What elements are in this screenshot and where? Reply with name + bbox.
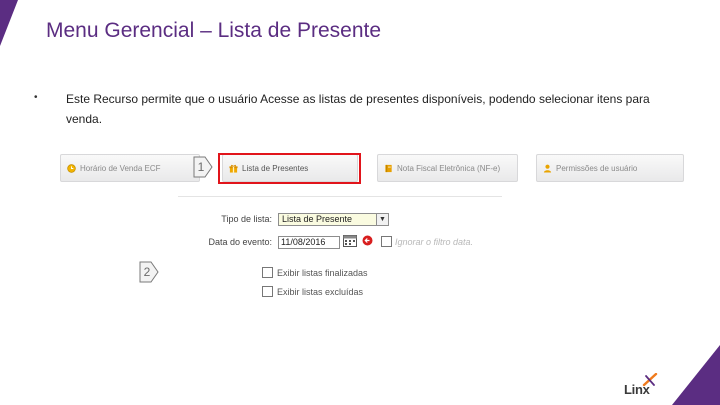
menu-item-label: Nota Fiscal Eletrônica (NF-e) [397, 163, 501, 173]
clock-icon [67, 163, 76, 173]
menu-item-permissoes-usuario[interactable]: Permissões de usuário [536, 154, 684, 182]
calendar-icon[interactable] [343, 234, 357, 247]
ignore-filter-label: Ignorar o filtro data. [395, 237, 474, 247]
event-date-input[interactable]: 11/08/2016 [278, 236, 340, 249]
show-finished-label: Exibir listas finalizadas [277, 268, 368, 278]
form-divider [178, 196, 502, 197]
step-marker-1: 1 [193, 156, 213, 178]
description-text: Este Recurso permite que o usuário Acess… [66, 92, 650, 126]
book-icon [385, 164, 392, 172]
logo-mark-icon [642, 373, 658, 387]
page-title: Menu Gerencial – Lista de Presente [46, 19, 382, 42]
menu-item-horario-venda-ecf[interactable]: Horário de Venda ECF [60, 154, 200, 182]
list-type-select[interactable]: Lista de Presente ▼ [278, 213, 389, 226]
menu-toolbar: Horário de Venda ECF Lista de Presentes … [60, 154, 684, 184]
show-deleted-label: Exibir listas excluídas [277, 287, 364, 297]
corner-decoration [0, 0, 18, 46]
user-icon [543, 164, 552, 173]
event-date-label: Data do evento: [208, 237, 272, 247]
step-number: 1 [197, 160, 205, 174]
show-finished-checkbox[interactable] [262, 267, 273, 278]
clear-date-icon[interactable] [362, 235, 373, 246]
ignore-filter-checkbox[interactable] [381, 236, 392, 247]
list-type-label: Tipo de lista: [221, 214, 272, 224]
step-number: 2 [143, 265, 151, 279]
menu-item-nota-fiscal-eletronica[interactable]: Nota Fiscal Eletrônica (NF-e) [377, 154, 518, 182]
highlight-box [218, 153, 361, 184]
bullet: • [34, 92, 38, 103]
step-marker-2: 2 [139, 261, 159, 283]
corner-decoration [672, 345, 720, 405]
chevron-down-icon[interactable]: ▼ [376, 214, 388, 225]
show-deleted-checkbox[interactable] [262, 286, 273, 297]
menu-item-label: Horário de Venda ECF [80, 163, 161, 173]
menu-item-label: Permissões de usuário [556, 163, 638, 173]
